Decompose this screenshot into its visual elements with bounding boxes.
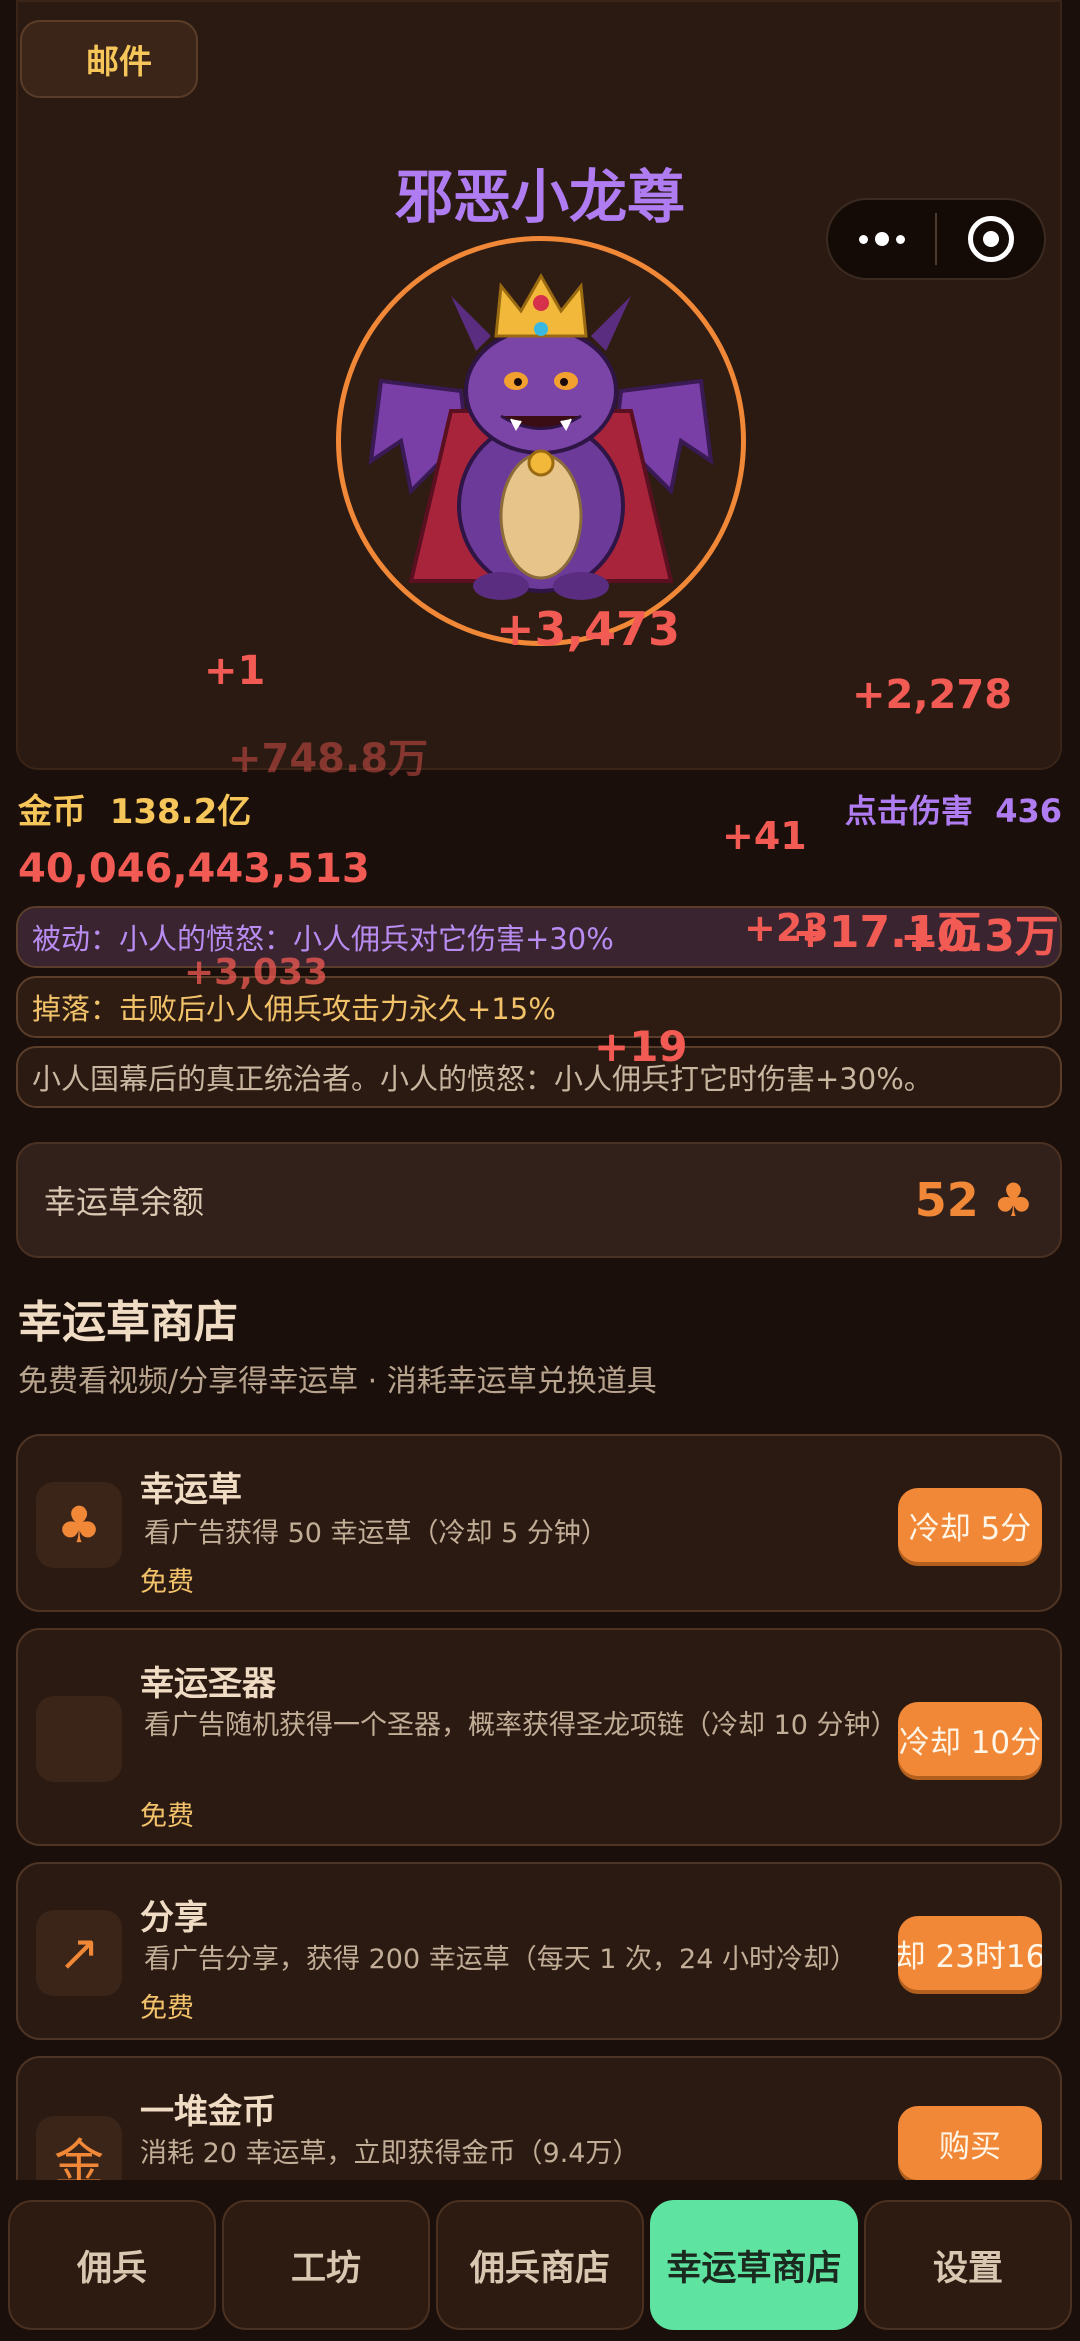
shop-item-desc: 看广告随机获得一个圣器，概率获得圣龙项链（冷却 10 分钟） (144, 1710, 898, 1741)
clover-icon: ♣ (36, 1482, 122, 1568)
cooldown-button[interactable]: 冷却 5分 (898, 1488, 1042, 1562)
shop-item-title: 幸运圣器 (140, 1664, 276, 1704)
tab-mercenary-shop[interactable]: 佣兵商店 (436, 2200, 644, 2330)
damage-popup: +2,278 (852, 672, 1013, 718)
tab-mercenaries[interactable]: 佣兵 (8, 2200, 216, 2330)
shop-item-title: 一堆金币 (140, 2092, 276, 2132)
shop-item-desc: 消耗 20 幸运草，立即获得金币（9.4万） (140, 2138, 640, 2169)
clover-balance: 幸运草余额 52 ♣ (16, 1142, 1062, 1258)
clover-balance-value: 52 (914, 1173, 979, 1227)
shop-item-title: 幸运草 (140, 1470, 242, 1510)
miniprogram-capsule (826, 198, 1046, 280)
shop-item-artifact: 幸运圣器 看广告随机获得一个圣器，概率获得圣龙项链（冷却 10 分钟） 免费 冷… (16, 1628, 1062, 1846)
drop-info: 掉落：击败后小人佣兵攻击力永久+15% (16, 976, 1062, 1038)
click-damage-value: 436 (995, 792, 1062, 830)
dragon-boss-icon (368, 272, 714, 600)
click-damage-label: 点击伤害 (844, 792, 973, 830)
cooldown-button[interactable]: 冷却 10分 (898, 1702, 1042, 1776)
boss-description: 小人国幕后的真正统治者。小人的愤怒：小人佣兵打它时伤害+30%。 (16, 1046, 1062, 1108)
bottom-nav: 佣兵 工坊 佣兵商店 幸运草商店 设置 (0, 2180, 1080, 2341)
shop-title: 幸运草商店 (18, 1297, 238, 1348)
gold-display: 金币 138.2亿 (18, 784, 251, 833)
damage-popup: +0.3万 (900, 911, 1059, 962)
shop-item-clover: ♣ 幸运草 看广告获得 50 幸运草（冷却 5 分钟） 免费 冷却 5分 (16, 1434, 1062, 1612)
click-damage-display: 点击伤害 436 (845, 786, 1062, 832)
mail-button[interactable]: 邮件 (20, 20, 198, 98)
shop-item-tag: 免费 (140, 1801, 194, 1832)
boss-target[interactable] (336, 236, 746, 646)
damage-popup: +3,473 (496, 602, 681, 656)
damage-popup: +41 (722, 814, 807, 858)
shop-item-title: 分享 (140, 1898, 208, 1938)
buy-button[interactable]: 购买 (898, 2106, 1042, 2180)
damage-popup: +3,033 (184, 952, 329, 993)
clover-balance-value-wrap: 52 ♣ (915, 1173, 1034, 1227)
tab-settings[interactable]: 设置 (864, 2200, 1072, 2330)
damage-popup: +19 (594, 1022, 688, 1071)
shop-item-tag: 免费 (140, 1993, 194, 2024)
share-arrow-icon: ↗ (36, 1910, 122, 1996)
cooldown-button[interactable]: 却 23时16 (898, 1916, 1042, 1990)
mail-label: 邮件 (86, 42, 152, 81)
shop-item-tag: 免费 (140, 1567, 194, 1598)
shop-item-desc: 看广告分享，获得 200 幸运草（每天 1 次，24 小时冷却） (144, 1944, 857, 1975)
gold-value: 138.2亿 (109, 792, 252, 832)
shop-item-share: ↗ 分享 看广告分享，获得 200 幸运草（每天 1 次，24 小时冷却） 免费… (16, 1862, 1062, 2040)
shop-item-desc: 看广告获得 50 幸运草（冷却 5 分钟） (144, 1518, 608, 1549)
close-miniprogram-icon[interactable] (937, 216, 1044, 262)
artifact-icon (36, 1696, 122, 1782)
tab-clover-shop[interactable]: 幸运草商店 (650, 2200, 858, 2330)
damage-popup: +748.8万 (228, 736, 429, 782)
shop-subtitle: 免费看视频/分享得幸运草 · 消耗幸运草兑换道具 (18, 1364, 657, 1399)
boss-hp: 40,046,443,513 (18, 846, 370, 892)
clover-balance-label: 幸运草余额 (44, 1183, 205, 1221)
more-menu-icon[interactable] (828, 232, 935, 246)
gold-label: 金币 (18, 792, 86, 832)
damage-popup: +1 (204, 648, 266, 694)
clover-icon: ♣ (992, 1173, 1034, 1227)
tab-workshop[interactable]: 工坊 (222, 2200, 430, 2330)
